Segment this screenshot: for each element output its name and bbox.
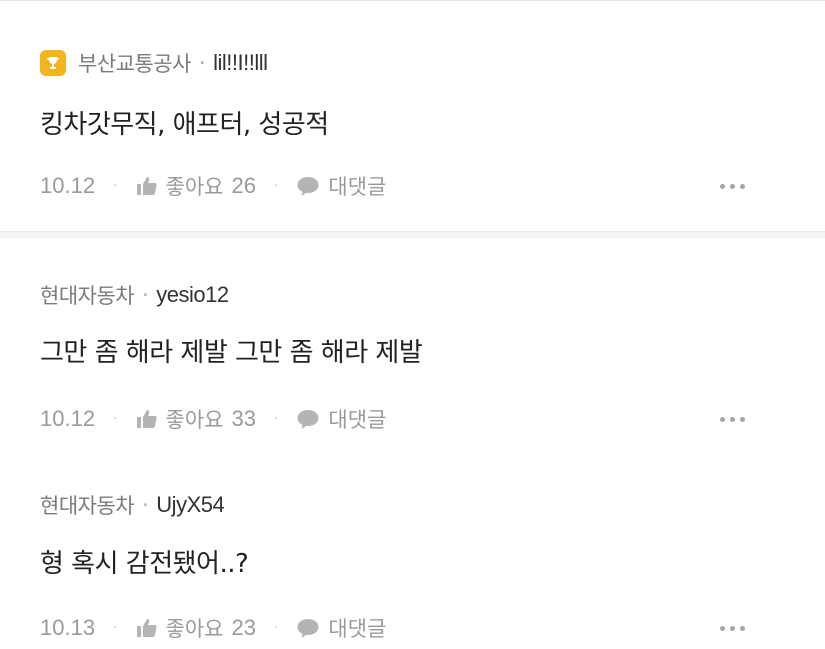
company-name[interactable]: 부산교통공사 bbox=[78, 48, 191, 78]
meta-separator: · bbox=[142, 283, 149, 307]
comment-actions: 10.12 · 좋아요 33 · 대댓글 bbox=[40, 404, 785, 434]
comment-meta: 부산교통공사 · lil!!I!!lll bbox=[40, 48, 268, 78]
reply-label: 대댓글 bbox=[328, 408, 387, 432]
section-divider bbox=[0, 231, 825, 238]
like-button[interactable]: 좋아요 33 bbox=[136, 404, 256, 434]
trophy-icon bbox=[40, 50, 66, 76]
reply-button[interactable]: 대댓글 bbox=[296, 171, 386, 201]
more-horizontal-icon[interactable] bbox=[720, 183, 745, 189]
action-separator: · bbox=[113, 178, 118, 194]
action-separator: · bbox=[113, 411, 118, 427]
like-count: 26 bbox=[231, 173, 256, 198]
comment-actions: 10.13 · 좋아요 23 · 대댓글 bbox=[40, 613, 785, 643]
more-horizontal-icon[interactable] bbox=[720, 416, 745, 422]
comment-text: 킹차갓무직, 애프터, 성공적 bbox=[40, 110, 329, 140]
comment-meta: 현대자동차 · yesio12 bbox=[40, 280, 229, 310]
thumbs-up-icon bbox=[136, 410, 157, 428]
thumbs-up-icon bbox=[136, 619, 157, 637]
action-separator: · bbox=[273, 411, 279, 427]
username[interactable]: lil!!I!!lll bbox=[213, 50, 268, 76]
comment-item: 부산교통공사 · lil!!I!!lll 킹차갓무직, 애프터, 성공적 10.… bbox=[0, 1, 825, 231]
like-label: 좋아요 bbox=[165, 175, 224, 199]
company-name[interactable]: 현대자동차 bbox=[40, 280, 135, 310]
action-separator: · bbox=[273, 620, 279, 636]
like-button[interactable]: 좋아요 26 bbox=[136, 171, 256, 201]
company-name[interactable]: 현대자동차 bbox=[40, 490, 135, 520]
thumbs-up-icon bbox=[136, 177, 157, 195]
comment-item: 현대자동차 · UjyX54 형 혹시 감전됐어..? 10.13 · 좋아요 … bbox=[0, 448, 825, 648]
like-count: 23 bbox=[231, 615, 256, 640]
comment-actions: 10.12 · 좋아요 26 · 대댓글 bbox=[40, 171, 785, 201]
meta-separator: · bbox=[142, 493, 149, 517]
speech-bubble-icon bbox=[297, 177, 319, 196]
comment-date: 10.12 bbox=[40, 406, 96, 431]
reply-button[interactable]: 대댓글 bbox=[296, 613, 386, 643]
reply-label: 대댓글 bbox=[328, 617, 387, 641]
comment-date: 10.12 bbox=[40, 173, 96, 198]
username[interactable]: yesio12 bbox=[156, 282, 229, 308]
like-label: 좋아요 bbox=[165, 617, 224, 641]
comment-date: 10.13 bbox=[40, 615, 96, 640]
username[interactable]: UjyX54 bbox=[156, 492, 224, 518]
reply-button[interactable]: 대댓글 bbox=[296, 404, 386, 434]
like-label: 좋아요 bbox=[165, 408, 224, 432]
comment-text: 형 혹시 감전됐어..? bbox=[40, 549, 249, 579]
action-separator: · bbox=[113, 620, 118, 636]
like-count: 33 bbox=[231, 406, 256, 431]
comment-meta: 현대자동차 · UjyX54 bbox=[40, 490, 225, 520]
meta-separator: · bbox=[198, 51, 206, 75]
speech-bubble-icon bbox=[297, 410, 319, 429]
reply-label: 대댓글 bbox=[328, 175, 387, 199]
action-separator: · bbox=[273, 178, 279, 194]
speech-bubble-icon bbox=[297, 619, 319, 638]
comment-text: 그만 좀 해라 제발 그만 좀 해라 제발 bbox=[40, 338, 423, 368]
more-horizontal-icon[interactable] bbox=[720, 625, 745, 631]
like-button[interactable]: 좋아요 23 bbox=[136, 613, 256, 643]
comment-item: 현대자동차 · yesio12 그만 좀 해라 제발 그만 좀 해라 제발 10… bbox=[0, 238, 825, 448]
